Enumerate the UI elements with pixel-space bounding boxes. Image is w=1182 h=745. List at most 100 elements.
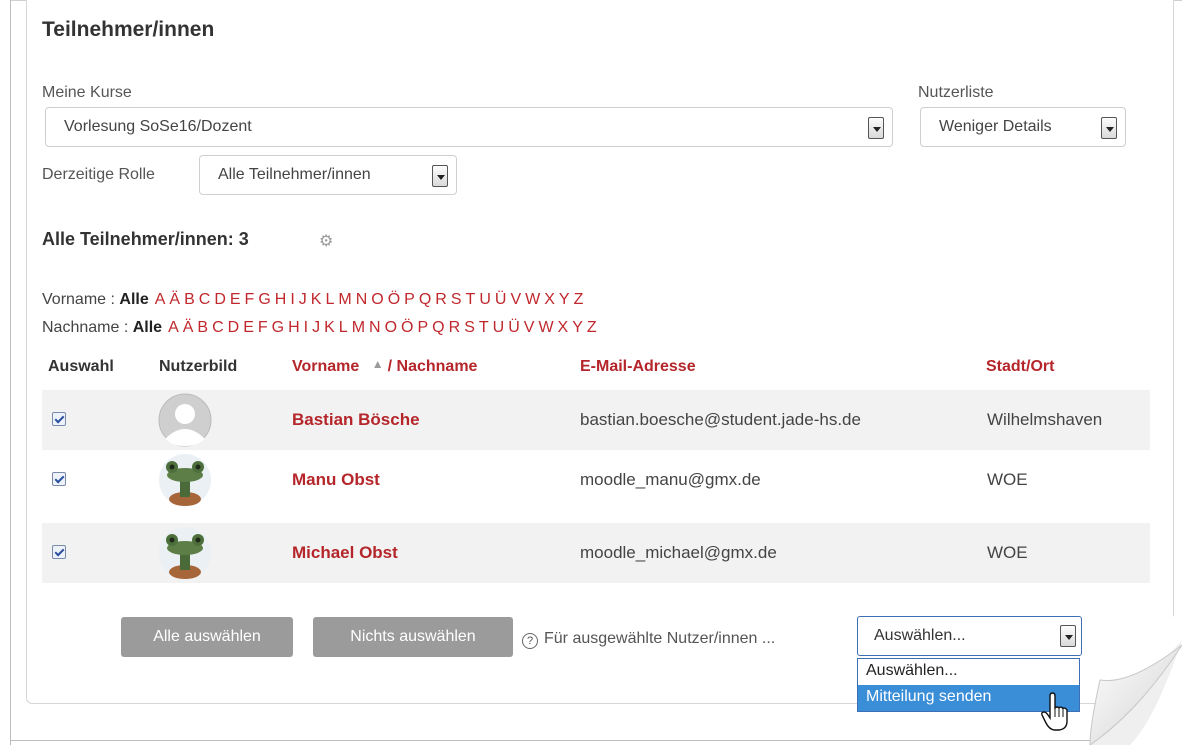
select-none-button[interactable]: Nichts auswählen bbox=[313, 617, 513, 657]
bulk-action-value: Auswählen... bbox=[874, 627, 966, 644]
lastname-initial-link[interactable]: J bbox=[312, 319, 320, 336]
column-header-city[interactable]: Stadt/Ort bbox=[986, 358, 1054, 376]
firstname-initial-link[interactable]: G bbox=[258, 291, 270, 308]
lastname-initial-link[interactable]: I bbox=[304, 319, 308, 336]
lastname-initial-link[interactable]: V bbox=[524, 319, 535, 336]
firstname-initial-link[interactable]: O bbox=[371, 291, 383, 308]
gear-icon[interactable]: ⚙ bbox=[319, 234, 335, 250]
lastname-initial-link[interactable]: W bbox=[538, 319, 553, 336]
column-header-firstname[interactable]: Vorname ▲ / Nachname bbox=[292, 357, 478, 376]
firstname-initial-link[interactable]: C bbox=[199, 291, 211, 308]
lastname-initial-link[interactable]: Z bbox=[587, 319, 597, 336]
firstname-initial-link[interactable]: U bbox=[479, 291, 491, 308]
sort-ascending-icon: ▲ bbox=[371, 357, 384, 371]
firstname-initial-link[interactable]: B bbox=[184, 291, 195, 308]
lastname-initial-link[interactable]: Ü bbox=[508, 319, 520, 336]
lastname-initial-link[interactable]: X bbox=[558, 319, 569, 336]
row-checkbox[interactable] bbox=[52, 545, 66, 559]
firstname-initial-link[interactable]: K bbox=[311, 291, 322, 308]
firstname-filter-all[interactable]: Alle bbox=[119, 291, 148, 308]
firstname-initial-link[interactable]: Ä bbox=[169, 291, 180, 308]
column-header-email[interactable]: E-Mail-Adresse bbox=[580, 358, 696, 376]
lastname-initial-link[interactable]: A bbox=[168, 319, 179, 336]
lastname-initial-link[interactable]: B bbox=[197, 319, 208, 336]
firstname-initial-link[interactable]: H bbox=[275, 291, 287, 308]
firstname-initial-link[interactable]: A bbox=[155, 291, 166, 308]
lastname-initial-link[interactable]: G bbox=[272, 319, 284, 336]
lastname-initial-link[interactable]: L bbox=[339, 319, 348, 336]
table-row: Michael Obst moodle_michael@gmx.de WOE bbox=[42, 523, 1150, 583]
user-list-label: Nutzerliste bbox=[918, 84, 994, 101]
frog-avatar-icon bbox=[158, 453, 212, 507]
lastname-initial-link[interactable]: F bbox=[258, 319, 268, 336]
lastname-initial-link[interactable]: Q bbox=[432, 319, 444, 336]
firstname-initial-link[interactable]: W bbox=[525, 291, 540, 308]
lastname-initial-link[interactable]: E bbox=[243, 319, 254, 336]
my-courses-select[interactable]: Vorlesung SoSe16/Dozent bbox=[45, 107, 893, 147]
lastname-initial-link[interactable]: M bbox=[352, 319, 365, 336]
firstname-initial-link[interactable]: S bbox=[451, 291, 462, 308]
current-role-select[interactable]: Alle Teilnehmer/innen bbox=[199, 155, 457, 195]
firstname-initial-link[interactable]: T bbox=[466, 291, 476, 308]
lastname-initial-link[interactable]: H bbox=[288, 319, 300, 336]
lastname-initial-link[interactable]: N bbox=[369, 319, 381, 336]
frog-avatar-icon bbox=[158, 526, 212, 580]
lastname-initial-link[interactable]: P bbox=[418, 319, 429, 336]
lastname-initial-link[interactable]: T bbox=[479, 319, 489, 336]
firstname-sort-link[interactable]: Vorname bbox=[292, 358, 359, 375]
participant-email: bastian.boesche@student.jade-hs.de bbox=[580, 410, 861, 429]
lastname-filter-all[interactable]: Alle bbox=[133, 319, 162, 336]
bulk-action-select[interactable]: Auswählen... bbox=[857, 616, 1082, 656]
lastname-initial-link[interactable]: Y bbox=[572, 319, 583, 336]
column-header-picture: Nutzerbild bbox=[159, 358, 238, 375]
participants-count: Alle Teilnehmer/innen: 3 bbox=[42, 229, 249, 249]
firstname-initial-link[interactable]: J bbox=[299, 291, 307, 308]
firstname-initial-link[interactable]: E bbox=[230, 291, 241, 308]
page-title: Teilnehmer/innen bbox=[42, 18, 215, 41]
lastname-initial-link[interactable]: R bbox=[449, 319, 461, 336]
lastname-initial-link[interactable]: S bbox=[464, 319, 475, 336]
firstname-initial-link[interactable]: X bbox=[544, 291, 555, 308]
firstname-initial-link[interactable]: D bbox=[214, 291, 226, 308]
lastname-initial-link[interactable]: C bbox=[212, 319, 224, 336]
select-all-button[interactable]: Alle auswählen bbox=[121, 617, 293, 657]
lastname-initial-link[interactable]: Ä bbox=[183, 319, 194, 336]
lastname-sort-link[interactable]: Nachname bbox=[397, 358, 478, 375]
lastname-initial-link[interactable]: K bbox=[324, 319, 335, 336]
firstname-initial-link[interactable]: I bbox=[290, 291, 294, 308]
my-courses-label: Meine Kurse bbox=[42, 84, 132, 101]
dropdown-arrow-icon bbox=[868, 117, 884, 139]
firstname-initial-link[interactable]: Y bbox=[559, 291, 570, 308]
participant-name-link[interactable]: Bastian Bösche bbox=[292, 410, 420, 430]
firstname-initial-link[interactable]: N bbox=[356, 291, 368, 308]
participant-name-link[interactable]: Manu Obst bbox=[292, 470, 380, 490]
firstname-initial-link[interactable]: M bbox=[338, 291, 351, 308]
lastname-initials-filter: Nachname : Alle A Ä B C D E F G H I J K L M N O Ö P Q R S T U Ü V… bbox=[42, 319, 601, 337]
table-row: Manu Obst moodle_manu@gmx.de WOE bbox=[42, 450, 1150, 510]
firstname-initial-link[interactable]: Ü bbox=[495, 291, 507, 308]
lastname-initial-link[interactable]: O bbox=[385, 319, 397, 336]
row-checkbox[interactable] bbox=[52, 472, 66, 486]
participant-city: WOE bbox=[987, 470, 1028, 489]
option-select[interactable]: Auswählen... bbox=[858, 659, 1079, 685]
firstname-initial-link[interactable]: Ö bbox=[388, 291, 400, 308]
help-icon[interactable]: ? bbox=[522, 633, 538, 649]
dropdown-arrow-icon bbox=[432, 165, 448, 187]
firstname-initial-link[interactable]: Z bbox=[574, 291, 584, 308]
firstname-initial-link[interactable]: F bbox=[245, 291, 255, 308]
firstname-initials-filter: Vorname : Alle A Ä B C D E F G H I J K L M N O Ö P Q R S T U Ü V W… bbox=[42, 291, 587, 309]
firstname-initial-link[interactable]: V bbox=[510, 291, 521, 308]
firstname-initial-link[interactable]: Q bbox=[419, 291, 431, 308]
participant-email: moodle_michael@gmx.de bbox=[580, 543, 777, 562]
participant-name-link[interactable]: Michael Obst bbox=[292, 543, 398, 563]
participants-panel bbox=[26, 0, 1174, 704]
lastname-initial-link[interactable]: Ö bbox=[401, 319, 413, 336]
lastname-initial-link[interactable]: D bbox=[228, 319, 240, 336]
user-list-select[interactable]: Weniger Details bbox=[920, 107, 1126, 147]
lastname-initial-link[interactable]: U bbox=[493, 319, 505, 336]
user-list-value: Weniger Details bbox=[939, 118, 1052, 135]
firstname-initial-link[interactable]: L bbox=[325, 291, 334, 308]
row-checkbox[interactable] bbox=[52, 412, 66, 426]
firstname-initial-link[interactable]: R bbox=[435, 291, 447, 308]
firstname-initial-link[interactable]: P bbox=[404, 291, 415, 308]
